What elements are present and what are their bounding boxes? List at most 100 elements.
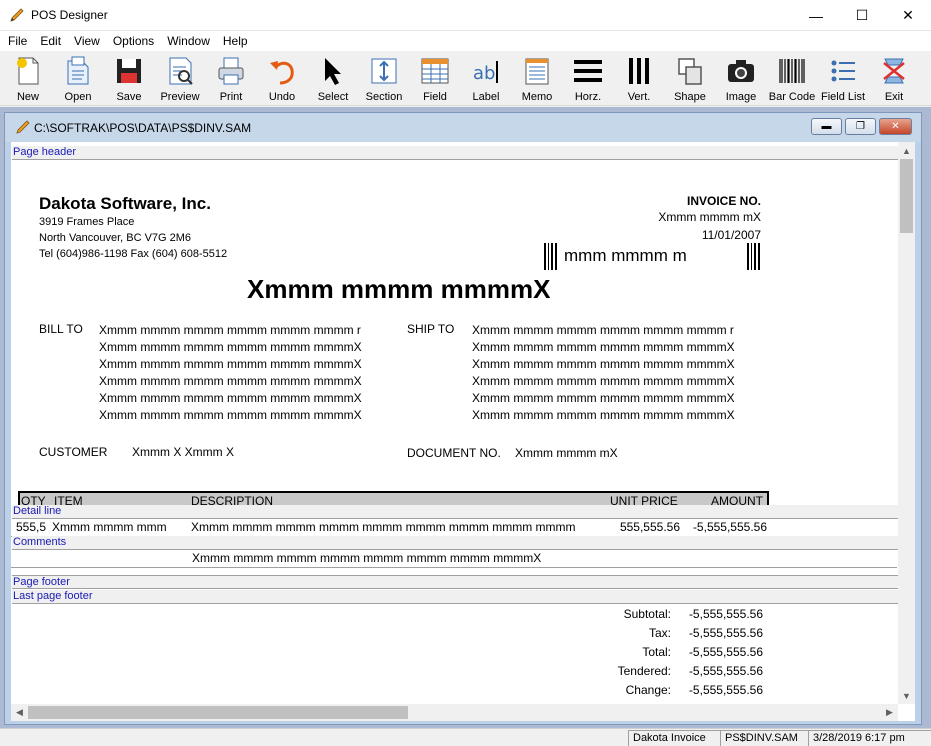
print-label: Print [219, 91, 243, 103]
menu-help[interactable]: Help [217, 31, 255, 51]
horizontal-scrollbar[interactable]: ◀ ▶ [11, 704, 898, 721]
section-button[interactable]: Section [359, 53, 409, 105]
undo-button[interactable]: Undo [257, 53, 307, 105]
minimize-button[interactable]: — [793, 0, 839, 31]
save-button[interactable]: Save [104, 53, 154, 105]
subtotal-value[interactable]: -5,555,555.56 [673, 607, 763, 621]
bill-to-line[interactable]: Xmmm mmmm mmmm mmmm mmmm mmmmX [99, 391, 389, 405]
company-address2[interactable]: North Vancouver, BC V7G 2M6 [39, 232, 191, 244]
document-title-bar[interactable]: C:\SOFTRAK\POS\DATA\PS$DINV.SAM ▬ ❐ ✕ [5, 113, 921, 142]
invoice-no-label[interactable]: INVOICE NO. [561, 194, 761, 208]
detail-qty[interactable]: 555,5 [16, 520, 48, 534]
menu-window[interactable]: Window [161, 31, 217, 51]
barcode-button[interactable]: Bar Code [767, 53, 817, 105]
section-icon [371, 58, 397, 84]
subtotal-label[interactable]: Subtotal: [571, 607, 671, 621]
company-name[interactable]: Dakota Software, Inc. [39, 194, 211, 214]
band-page-header[interactable]: Page header [12, 146, 898, 160]
bill-to-line[interactable]: Xmmm mmmm mmmm mmmm mmmm mmmm r [99, 323, 389, 337]
memo-button[interactable]: Memo [512, 53, 562, 105]
total-value[interactable]: -5,555,555.56 [673, 645, 763, 659]
band-detail-line[interactable]: Detail line [12, 505, 898, 519]
invoice-date[interactable]: 11/01/2007 [561, 228, 761, 242]
document-close-button[interactable]: ✕ [879, 118, 912, 135]
camera-icon [728, 60, 754, 82]
band-page-footer[interactable]: Page footer [12, 575, 898, 589]
open-button[interactable]: Open [53, 53, 103, 105]
scroll-up-icon[interactable]: ▲ [898, 142, 915, 159]
document-no-label[interactable]: DOCUMENT NO. [407, 446, 501, 460]
document-minimize-button[interactable]: ▬ [811, 118, 842, 135]
label-button[interactable]: ab Label [461, 53, 511, 105]
menu-options[interactable]: Options [107, 31, 161, 51]
new-label: New [16, 91, 39, 103]
bill-to-line[interactable]: Xmmm mmmm mmmm mmmm mmmm mmmmX [99, 340, 389, 354]
bill-to-line[interactable]: Xmmm mmmm mmmm mmmm mmmm mmmmX [99, 408, 389, 422]
document-restore-button[interactable]: ❐ [845, 118, 876, 135]
change-value[interactable]: -5,555,555.56 [673, 683, 763, 697]
select-button[interactable]: Select [308, 53, 358, 105]
ship-to-line[interactable]: Xmmm mmmm mmmm mmmm mmmm mmmm r [472, 323, 762, 337]
band-comments[interactable]: Comments [12, 536, 898, 550]
preview-button[interactable]: Preview [155, 53, 205, 105]
mdi-workspace: C:\SOFTRAK\POS\DATA\PS$DINV.SAM ▬ ❐ ✕ Pa… [0, 107, 931, 728]
report-canvas[interactable]: Page header Dakota Software, Inc. 3919 F… [11, 142, 915, 721]
tendered-label[interactable]: Tendered: [571, 664, 671, 678]
minimize-icon: ▬ [821, 121, 832, 132]
scroll-down-icon[interactable]: ▼ [898, 687, 915, 704]
horizontal-scroll-thumb[interactable] [28, 706, 408, 719]
scroll-left-icon[interactable]: ◀ [11, 704, 28, 721]
ship-to-label[interactable]: SHIP TO [407, 322, 454, 336]
menu-view[interactable]: View [68, 31, 107, 51]
company-phone[interactable]: Tel (604)986-1198 Fax (604) 608-5512 [39, 248, 227, 260]
ship-to-line[interactable]: Xmmm mmmm mmmm mmmm mmmm mmmmX [472, 374, 762, 388]
change-label[interactable]: Change: [571, 683, 671, 697]
barcode-field[interactable]: mmm mmmm m [564, 246, 687, 266]
customer-label[interactable]: CUSTOMER [39, 445, 107, 459]
detail-unit-price[interactable]: 555,555.56 [617, 520, 680, 534]
vertical-scrollbar[interactable]: ▲ ▼ [898, 142, 915, 704]
vert-button[interactable]: Vert. [614, 53, 664, 105]
horz-button[interactable]: Horz. [563, 53, 613, 105]
document-window: C:\SOFTRAK\POS\DATA\PS$DINV.SAM ▬ ❐ ✕ Pa… [4, 112, 922, 725]
field-list-button[interactable]: Field List [818, 53, 868, 105]
detail-item[interactable]: Xmmm mmmm mmm [52, 520, 185, 534]
close-button[interactable]: ✕ [885, 0, 931, 31]
detail-amount[interactable]: -5,555,555.56 [683, 520, 767, 534]
ship-to-line[interactable]: Xmmm mmmm mmmm mmmm mmmm mmmmX [472, 340, 762, 354]
detail-description[interactable]: Xmmm mmmm mmmm mmmm mmmm mmmm mmmm mmmm … [191, 520, 610, 534]
ship-to-line[interactable]: Xmmm mmmm mmmm mmmm mmmm mmmmX [472, 391, 762, 405]
shape-button[interactable]: Shape [665, 53, 715, 105]
print-button[interactable]: Print [206, 53, 256, 105]
tax-value[interactable]: -5,555,555.56 [673, 626, 763, 640]
select-label: Select [317, 91, 349, 103]
bill-to-line[interactable]: Xmmm mmmm mmmm mmmm mmmm mmmmX [99, 357, 389, 371]
exit-button[interactable]: Exit [869, 53, 919, 105]
customer-value[interactable]: Xmmm X Xmmm X [132, 445, 234, 459]
tax-label[interactable]: Tax: [571, 626, 671, 640]
preview-icon [169, 57, 193, 85]
ship-to-line[interactable]: Xmmm mmmm mmmm mmmm mmmm mmmmX [472, 408, 762, 422]
ship-to-line[interactable]: Xmmm mmmm mmmm mmmm mmmm mmmmX [472, 357, 762, 371]
maximize-button[interactable]: ☐ [839, 0, 885, 31]
menu-file[interactable]: File [2, 31, 34, 51]
document-no-value[interactable]: Xmmm mmmm mX [515, 446, 618, 460]
tendered-value[interactable]: -5,555,555.56 [673, 664, 763, 678]
bill-to-line[interactable]: Xmmm mmmm mmmm mmmm mmmm mmmmX [99, 374, 389, 388]
document-title-field[interactable]: Xmmm mmmm mmmmX [247, 274, 550, 305]
bill-to-label[interactable]: BILL TO [39, 322, 83, 336]
menu-edit[interactable]: Edit [34, 31, 68, 51]
new-document-icon [17, 57, 39, 85]
vertical-scroll-thumb[interactable] [900, 159, 913, 233]
company-address1[interactable]: 3919 Frames Place [39, 216, 134, 228]
image-button[interactable]: Image [716, 53, 766, 105]
total-label[interactable]: Total: [571, 645, 671, 659]
comment-field[interactable]: Xmmm mmmm mmmm mmmm mmmm mmmm mmmm mmmmX [192, 551, 541, 565]
document-title: C:\SOFTRAK\POS\DATA\PS$DINV.SAM [34, 121, 252, 135]
new-button[interactable]: New [3, 53, 53, 105]
field-button[interactable]: Field [410, 53, 460, 105]
band-last-page-footer[interactable]: Last page footer [12, 590, 898, 604]
invoice-no-value[interactable]: Xmmm mmmm mX [561, 210, 761, 224]
section-label: Section [365, 91, 403, 103]
scroll-right-icon[interactable]: ▶ [881, 704, 898, 721]
